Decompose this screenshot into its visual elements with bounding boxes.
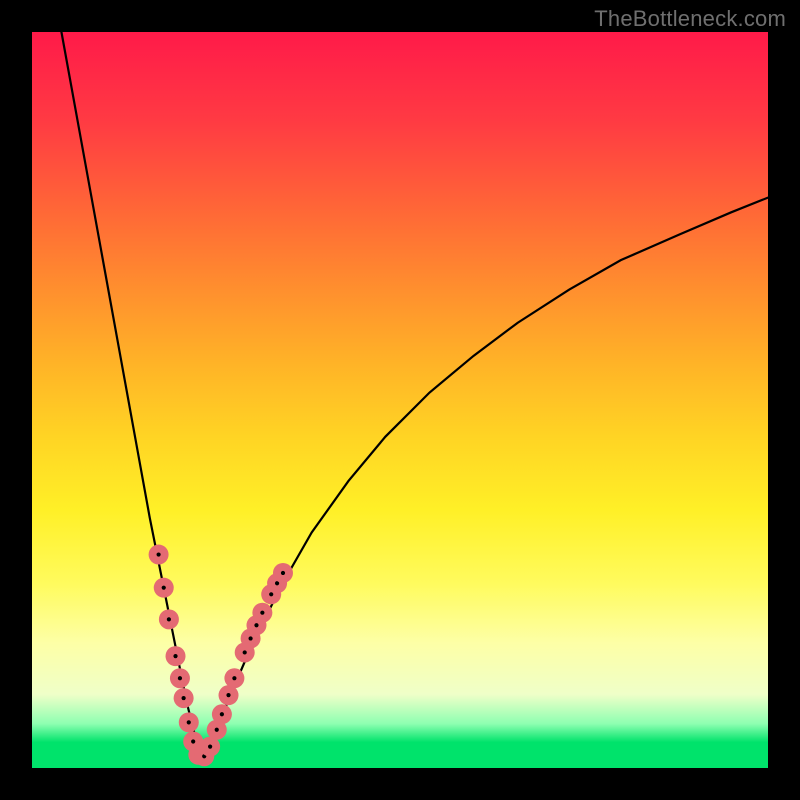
marker-dot-core (254, 623, 258, 627)
marker-dot-core (187, 720, 191, 724)
watermark-text: TheBottleneck.com (594, 6, 786, 32)
marker-dot-core (281, 571, 285, 575)
marker-dot-core (248, 636, 252, 640)
marker-dot-core (191, 739, 195, 743)
chart-svg (32, 32, 768, 768)
marker-dot-core (167, 617, 171, 621)
marker-dot-core (173, 654, 177, 658)
plot-area (32, 32, 768, 768)
marker-dot-core (156, 552, 160, 556)
marker-group (149, 545, 293, 767)
marker-dot-core (232, 676, 236, 680)
marker-dot-core (226, 693, 230, 697)
marker-dot-core (215, 728, 219, 732)
chart-frame: TheBottleneck.com (0, 0, 800, 800)
marker-dot-core (260, 611, 264, 615)
marker-dot-core (269, 592, 273, 596)
marker-dot-core (243, 650, 247, 654)
marker-dot-core (178, 676, 182, 680)
marker-dot-core (162, 586, 166, 590)
marker-dot-core (208, 745, 212, 749)
curve-right-arm (203, 198, 768, 757)
marker-dot-core (182, 696, 186, 700)
marker-dot-core (220, 712, 224, 716)
